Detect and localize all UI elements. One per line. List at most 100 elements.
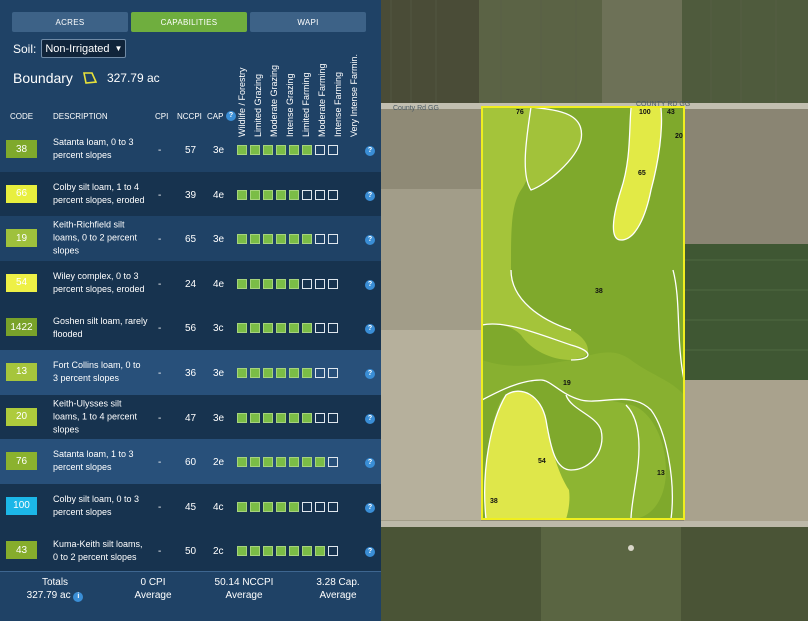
capability-boxes xyxy=(237,278,338,289)
capability-box-filled xyxy=(289,501,299,512)
tab-capabilities[interactable]: CAPABILITIES xyxy=(131,12,247,32)
row-help-icon[interactable]: ? xyxy=(365,324,375,335)
boundary-acres: 327.79 ac xyxy=(106,71,160,85)
capability-box-empty xyxy=(328,189,338,200)
soil-description: Satanta loam, 1 to 3 percent slopes xyxy=(53,449,134,473)
soil-code-badge: 20 xyxy=(6,407,37,426)
capability-boxes xyxy=(237,412,338,423)
boundary-summary: Boundary 327.79 ac xyxy=(13,70,160,86)
row-help-icon[interactable]: ? xyxy=(365,279,375,290)
capability-box-filled xyxy=(250,145,260,155)
soil-selector-row: Soil: Non-Irrigated ▼ xyxy=(13,39,127,58)
cap-help-icon[interactable]: ? xyxy=(226,110,236,121)
row-help-icon[interactable]: ? xyxy=(365,190,375,201)
soil-code-badge: 76 xyxy=(6,452,37,471)
totals-help-icon[interactable]: i xyxy=(73,592,84,602)
soil-description: Colby silt loam, 1 to 4 percent slopes, … xyxy=(53,181,145,205)
row-help-icon[interactable]: ? xyxy=(365,235,375,246)
map-imagery xyxy=(381,0,808,621)
capability-box-filled xyxy=(276,189,286,200)
capability-box-empty xyxy=(328,412,338,423)
nccpi-value: 36 xyxy=(185,367,197,379)
capability-box-empty xyxy=(328,278,338,289)
table-row[interactable]: 76 Satanta loam, 1 to 3 percent slopes - 60… xyxy=(0,439,381,484)
row-help-icon[interactable]: ? xyxy=(365,413,375,424)
table-row[interactable]: 13 Fort Collins loam, 0 to 3 percent slop… xyxy=(0,349,381,395)
nccpi-value: 47 xyxy=(185,412,197,424)
totals-nccpi: 50.14 NCCPI xyxy=(214,577,274,588)
cpi-value: - xyxy=(158,278,162,290)
capability-boxes xyxy=(237,501,338,512)
cpi-value: - xyxy=(158,234,162,246)
capability-box-filled xyxy=(289,189,299,200)
totals-cap: 3.28 Cap. xyxy=(316,577,360,588)
table-row[interactable]: 38 Satanta loam, 0 to 3 percent slopes - 57… xyxy=(0,127,381,172)
capability-box-empty xyxy=(328,546,338,557)
tab-acres[interactable]: ACRES xyxy=(12,12,128,32)
map-label-65: 65 xyxy=(638,170,646,177)
table-row[interactable]: 43 Kuma-Keith silt loams, 0 to 2 percent … xyxy=(0,528,381,573)
capability-box-filled xyxy=(250,278,260,289)
soil-description: Fort Collins loam, 0 to 3 percent slopes xyxy=(53,360,141,384)
soil-description: Goshen silt loam, rarely flooded xyxy=(53,315,148,339)
row-help-icon[interactable]: ? xyxy=(365,368,375,379)
capability-box-empty xyxy=(315,189,325,200)
soil-label: Soil: xyxy=(13,41,37,56)
cpi-value: - xyxy=(158,189,162,201)
soil-code-badge: 43 xyxy=(6,541,37,560)
totals-nccpi-cell: 50.14 NCCPI Average xyxy=(204,576,284,602)
satellite-map[interactable]: County Rd GG COUNTY RD GG 76 100 43 20 6… xyxy=(381,0,808,621)
soil-code-badge: 66 xyxy=(6,184,37,203)
capability-box-filled xyxy=(250,412,260,423)
soil-code-badge: 13 xyxy=(6,362,37,381)
capability-box-empty xyxy=(315,501,325,512)
capability-box-filled xyxy=(263,145,273,155)
nccpi-value: 39 xyxy=(185,189,197,201)
capability-boxes xyxy=(237,367,338,378)
capability-box-filled xyxy=(250,457,260,468)
cpi-value: - xyxy=(158,145,162,156)
row-help-icon[interactable]: ? xyxy=(365,502,375,513)
table-row[interactable]: 100 Colby silt loam, 0 to 3 percent slope… xyxy=(0,483,381,529)
capability-box-empty xyxy=(315,145,325,155)
totals-cap-cell: 3.28 Cap. Average xyxy=(300,576,376,602)
table-row[interactable]: 19 Keith-Richfield silt loams, 0 to 2 per… xyxy=(0,216,381,261)
capability-box-filled xyxy=(289,278,299,289)
nccpi-value: 65 xyxy=(185,234,197,246)
cap-value: 3c xyxy=(213,323,224,335)
row-help-icon[interactable]: ? xyxy=(365,458,375,469)
totals-cpi: 0 CPI xyxy=(140,577,166,588)
capability-box-empty xyxy=(315,234,325,245)
capability-box-filled xyxy=(263,412,273,423)
totals-cap-sub: Average xyxy=(319,590,357,601)
capability-box-filled xyxy=(263,323,273,334)
row-help-icon[interactable]: ? xyxy=(365,547,375,558)
capability-box-empty xyxy=(315,323,325,334)
cpi-value: - xyxy=(158,367,162,379)
capability-box-filled xyxy=(276,546,286,557)
road-label-east: COUNTY RD GG xyxy=(636,101,691,108)
soil-description: Colby silt loam, 0 to 3 percent slopes xyxy=(53,494,140,518)
table-row[interactable]: 54 Wiley complex, 0 to 3 percent slopes, … xyxy=(0,260,381,306)
capability-boxes xyxy=(237,234,338,245)
capability-box-filled xyxy=(289,546,299,557)
totals-nccpi-sub: Average xyxy=(225,590,263,601)
table-row[interactable]: 1422 Goshen silt loam, rarely flooded - 56 3… xyxy=(0,305,381,350)
row-help-icon[interactable]: ? xyxy=(365,146,375,156)
table-row[interactable]: 20 Keith-Ulysses silt loams, 1 to 4 perce… xyxy=(0,394,381,440)
capability-box-filled xyxy=(237,189,247,200)
capability-boxes xyxy=(237,189,338,200)
table-row[interactable]: 66 Colby silt loam, 1 to 4 percent slopes… xyxy=(0,171,381,217)
cap-value: 2c xyxy=(213,546,224,558)
capability-box-filled xyxy=(237,412,247,423)
capability-box-filled xyxy=(250,234,260,245)
cap-value: 4e xyxy=(213,278,225,290)
cap-value: 3e xyxy=(213,412,225,424)
totals-label: Totals xyxy=(41,577,69,588)
soil-select[interactable]: Non-Irrigated ▼ xyxy=(41,39,127,58)
capability-box-empty xyxy=(328,234,338,245)
tab-wapi[interactable]: WAPI xyxy=(250,12,366,32)
nccpi-value: 24 xyxy=(185,278,197,290)
capability-box-filled xyxy=(276,278,286,289)
map-label-54: 54 xyxy=(538,458,546,465)
